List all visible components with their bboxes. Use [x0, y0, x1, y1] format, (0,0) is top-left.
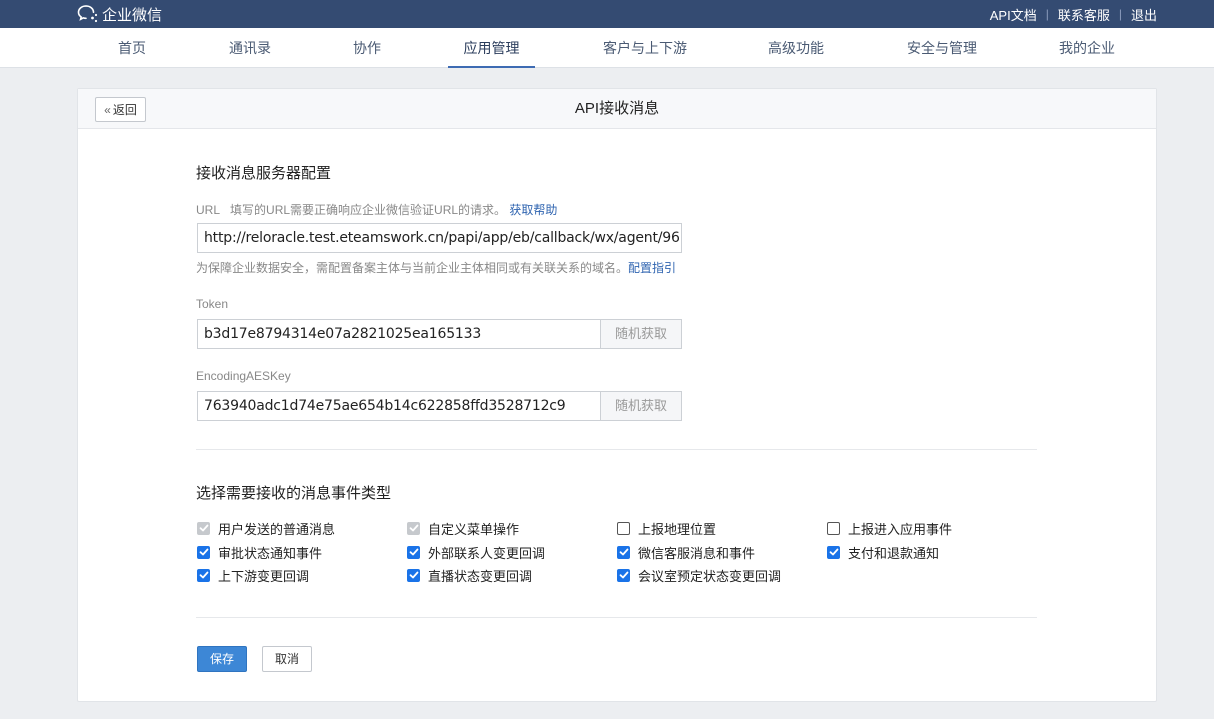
- nav-customers-upstream[interactable]: 客户与上下游: [597, 28, 693, 68]
- aes-key-input[interactable]: 763940adc1d74e75ae654b14c622858ffd352871…: [197, 391, 601, 421]
- nav-collaboration[interactable]: 协作: [347, 28, 387, 68]
- api-docs-link[interactable]: API文档: [990, 5, 1037, 24]
- event-option-label: 会议室预定状态变更回调: [638, 568, 782, 584]
- wechat-work-logo-icon: [77, 5, 98, 23]
- event-option-label: 审批状态通知事件: [218, 545, 323, 561]
- event-option-label: 外部联系人变更回调: [428, 545, 546, 561]
- url-input[interactable]: http://reloracle.test.eteamswork.cn/papi…: [197, 223, 682, 253]
- event-option[interactable]: 微信客服消息和事件: [617, 543, 755, 561]
- event-option-label: 支付和退款通知: [848, 545, 940, 561]
- url-hint: 为保障企业数据安全，需配置备案主体与当前企业主体相同或有关联关系的域名。: [196, 261, 629, 275]
- event-checkbox[interactable]: [197, 545, 210, 559]
- separator: |: [1045, 7, 1049, 21]
- nav-advanced-features[interactable]: 高级功能: [762, 28, 830, 68]
- event-checkbox: [407, 521, 420, 535]
- event-option[interactable]: 直播状态变更回调: [407, 566, 532, 584]
- save-button[interactable]: 保存: [197, 646, 247, 672]
- events-title: 选择需要接收的消息事件类型: [196, 485, 392, 502]
- brand-logo[interactable]: 企业微信: [77, 3, 162, 25]
- event-option[interactable]: 用户发送的普通消息: [197, 519, 335, 537]
- event-checkbox[interactable]: [827, 545, 840, 559]
- divider: [196, 449, 1037, 450]
- get-help-link[interactable]: 获取帮助: [509, 203, 557, 217]
- top-bar: 企业微信 API文档 | 联系客服 | 退出: [0, 0, 1214, 28]
- event-checkbox[interactable]: [827, 521, 840, 535]
- nav-my-company[interactable]: 我的企业: [1053, 28, 1121, 68]
- event-option[interactable]: 上下游变更回调: [197, 566, 309, 584]
- token-input[interactable]: b3d17e8794314e07a2821025ea165133: [197, 319, 601, 349]
- nav-security-management[interactable]: 安全与管理: [901, 28, 983, 68]
- brand-name: 企业微信: [102, 6, 163, 24]
- separator: |: [1118, 7, 1122, 21]
- event-checkbox: [197, 521, 210, 535]
- token-label: Token: [196, 297, 229, 311]
- event-option-label: 微信客服消息和事件: [638, 545, 756, 561]
- url-hint-row: 为保障企业数据安全，需配置备案主体与当前企业主体相同或有关联关系的域名。配置指引: [196, 259, 676, 276]
- token-random-button[interactable]: 随机获取: [600, 319, 682, 349]
- event-option-label: 上报进入应用事件: [848, 521, 953, 537]
- panel-header: « 返回 API接收消息: [78, 89, 1156, 129]
- event-checkbox[interactable]: [617, 521, 630, 535]
- event-checkbox[interactable]: [617, 545, 630, 559]
- event-option[interactable]: 自定义菜单操作: [407, 519, 519, 537]
- nav-home[interactable]: 首页: [112, 28, 152, 68]
- aes-key-label: EncodingAESKey: [196, 369, 291, 383]
- event-checkbox[interactable]: [617, 568, 630, 582]
- url-label-row: URL 填写的URL需要正确响应企业微信验证URL的请求。 获取帮助: [196, 201, 557, 218]
- aes-key-random-button[interactable]: 随机获取: [600, 391, 682, 421]
- divider: [196, 617, 1037, 618]
- event-option-label: 用户发送的普通消息: [218, 521, 336, 537]
- url-description: 填写的URL需要正确响应企业微信验证URL的请求。: [230, 203, 507, 217]
- page-title: API接收消息: [574, 100, 660, 117]
- cancel-button[interactable]: 取消: [262, 646, 312, 672]
- logout-link[interactable]: 退出: [1131, 5, 1157, 24]
- event-option[interactable]: 上报地理位置: [617, 519, 716, 537]
- event-option-label: 上下游变更回调: [218, 568, 310, 584]
- contact-support-link[interactable]: 联系客服: [1058, 5, 1110, 24]
- event-option-label: 自定义菜单操作: [428, 521, 520, 537]
- event-checkbox[interactable]: [407, 568, 420, 582]
- event-option-label: 上报地理位置: [638, 521, 717, 537]
- event-option[interactable]: 外部联系人变更回调: [407, 543, 545, 561]
- server-config-title: 接收消息服务器配置: [196, 165, 332, 182]
- url-label: URL: [196, 203, 221, 217]
- nav-contacts[interactable]: 通讯录: [222, 28, 278, 68]
- event-option[interactable]: 支付和退款通知: [827, 543, 939, 561]
- event-checkbox[interactable]: [197, 568, 210, 582]
- event-option[interactable]: 审批状态通知事件: [197, 543, 322, 561]
- event-option[interactable]: 会议室预定状态变更回调: [617, 566, 781, 584]
- event-option-label: 直播状态变更回调: [428, 568, 533, 584]
- top-links: API文档 | 联系客服 | 退出: [990, 0, 1157, 28]
- nav-app-management[interactable]: 应用管理: [448, 28, 535, 68]
- event-option[interactable]: 上报进入应用事件: [827, 519, 952, 537]
- config-guide-link[interactable]: 配置指引: [628, 261, 676, 275]
- event-checkbox[interactable]: [407, 545, 420, 559]
- main-nav: 首页 通讯录 协作 应用管理 客户与上下游 高级功能 安全与管理 我的企业: [0, 28, 1214, 68]
